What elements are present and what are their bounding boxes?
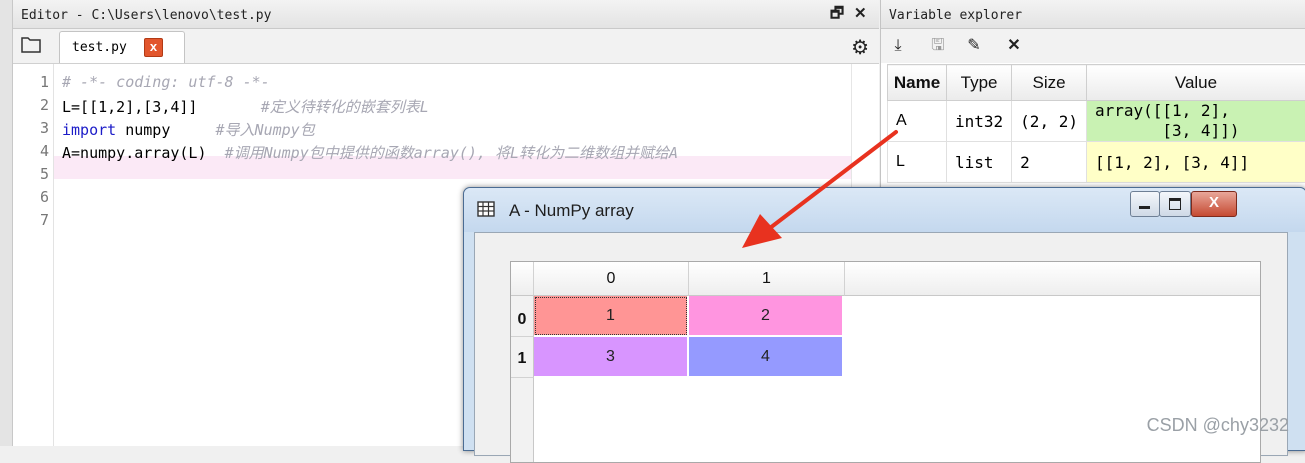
array-cell[interactable]: 1 — [534, 296, 688, 336]
row-header[interactable]: 1 — [511, 337, 534, 378]
tab-close-icon[interactable]: x — [144, 38, 163, 57]
code-comment: # -*- coding: utf-8 -*- — [62, 73, 270, 91]
array-cell[interactable]: 4 — [689, 337, 843, 377]
variable-explorer-titlebar: Variable explorer — [881, 0, 1305, 29]
line-number: 4 — [19, 142, 49, 160]
gear-icon[interactable]: ⚙ — [851, 35, 869, 60]
editor-tabbar: test.py x ⚙ — [13, 29, 879, 64]
row-header[interactable]: 0 — [511, 296, 534, 337]
array-cell[interactable]: 3 — [534, 337, 688, 377]
var-size: 2 — [1012, 142, 1087, 183]
editor-title: Editor - C:\Users\lenovo\test.py — [21, 8, 271, 23]
column-header-name[interactable]: Name — [888, 65, 947, 101]
column-header[interactable]: 1 — [689, 262, 845, 296]
code-comment: #定义待转化的嵌套列表L — [261, 98, 429, 116]
dialog-title: A - NumPy array — [509, 201, 634, 221]
line-number-gutter: 1 2 3 4 5 6 7 — [13, 64, 54, 446]
close-button[interactable]: X — [1191, 191, 1237, 217]
import-data-icon[interactable]: ⤓ — [887, 35, 909, 57]
watermark: CSDN @chy3232 — [1147, 415, 1289, 436]
left-dock-edge — [0, 0, 13, 446]
variable-explorer-toolbar: ⤓ 🖫 ✎ ✕ — [881, 29, 1305, 63]
var-type: int32 — [947, 101, 1012, 142]
var-name: A — [888, 101, 947, 142]
column-header-value[interactable]: Value — [1086, 65, 1305, 101]
minimize-button[interactable] — [1130, 191, 1160, 217]
code-text: numpy — [116, 121, 215, 139]
column-header-size[interactable]: Size — [1012, 65, 1087, 101]
table-icon — [477, 201, 495, 217]
code-comment: #调用Numpy包中提供的函数array(), 将L转化为二维数组并赋给A — [225, 144, 679, 162]
array-editor-dialog: A - NumPy array X 0 1 0 1 1 2 3 4 — [463, 187, 1305, 451]
line-number: 3 — [19, 119, 49, 137]
undock-icon[interactable]: 🗗 — [830, 0, 844, 28]
code-text: A=numpy.array(L) — [62, 144, 225, 162]
header-filler — [845, 262, 1260, 296]
line-number: 7 — [19, 211, 49, 229]
close-icon[interactable]: ✕ — [854, 0, 867, 28]
remove-all-icon[interactable]: ✕ — [1003, 35, 1025, 57]
line-number: 6 — [19, 188, 49, 206]
var-value: array([[1, 2], [3, 4]]) — [1086, 101, 1305, 142]
code-comment: #导入Numpy包 — [216, 121, 315, 139]
variable-table: Name Type Size Value A int32 (2, 2) arra… — [887, 64, 1305, 183]
maximize-icon — [1169, 198, 1181, 210]
code-line: import numpy #导入Numpy包 — [62, 119, 315, 140]
minimize-icon — [1139, 206, 1150, 209]
line-number: 5 — [19, 165, 49, 183]
code-text: L=[[1,2],[3,4]] — [62, 98, 261, 116]
tab-test-py[interactable]: test.py x — [59, 31, 185, 63]
var-name: L — [888, 142, 947, 183]
array-cell[interactable]: 2 — [689, 296, 843, 336]
line-number: 1 — [19, 73, 49, 91]
column-header[interactable]: 0 — [534, 262, 689, 296]
code-keyword: import — [62, 121, 116, 139]
line-number: 2 — [19, 96, 49, 114]
table-row[interactable]: L list 2 [[1, 2], [3, 4]] — [888, 142, 1305, 183]
maximize-button[interactable] — [1159, 191, 1191, 217]
var-value: [[1, 2], [3, 4]] — [1086, 142, 1305, 183]
column-header-type[interactable]: Type — [947, 65, 1012, 101]
dialog-titlebar[interactable]: A - NumPy array X — [464, 188, 1305, 232]
save-as-icon[interactable]: ✎ — [963, 35, 985, 57]
save-data-icon[interactable]: 🖫 — [927, 35, 949, 57]
code-line: A=numpy.array(L) #调用Numpy包中提供的函数array(),… — [62, 142, 678, 163]
var-type: list — [947, 142, 1012, 183]
code-line: # -*- coding: utf-8 -*- — [62, 73, 270, 91]
row-header-filler — [511, 378, 534, 462]
var-size: (2, 2) — [1012, 101, 1087, 142]
editor-titlebar: Editor - C:\Users\lenovo\test.py 🗗 ✕ — [13, 0, 879, 29]
code-line: L=[[1,2],[3,4]] #定义待转化的嵌套列表L — [62, 96, 429, 117]
corner-header[interactable] — [511, 262, 534, 296]
variable-explorer-title: Variable explorer — [889, 8, 1022, 23]
tab-label: test.py — [72, 40, 127, 55]
table-row[interactable]: A int32 (2, 2) array([[1, 2], [3, 4]]) — [888, 101, 1305, 142]
browse-tabs-icon[interactable] — [21, 35, 41, 53]
